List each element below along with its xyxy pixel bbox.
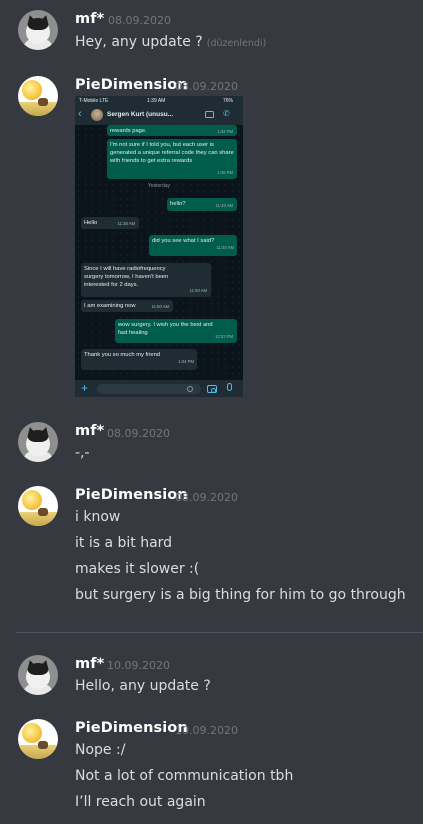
landscape-avatar[interactable]: [18, 76, 58, 116]
chat-bubble-incoming: Thank you so much my friend 1:04 PM: [81, 349, 197, 370]
whatsapp-screenshot[interactable]: T-Mobile LTE 1:39 AM 76% ‹ Sergen Kurt (…: [75, 96, 243, 397]
chat-bubble-outgoing: hello? 11:33 AM: [167, 198, 237, 211]
contact-avatar: [91, 109, 103, 121]
username[interactable]: PieDimension: [75, 487, 188, 503]
chat-bubble-outgoing: rewards page. 1:34 PM: [107, 125, 237, 136]
cat-avatar[interactable]: [18, 422, 58, 462]
message-text: makes it slower :(: [75, 561, 200, 577]
message-text: Nope :/: [75, 742, 126, 758]
back-arrow-icon: ‹: [78, 108, 82, 120]
timestamp: 10.09.2020: [175, 724, 238, 737]
username[interactable]: PieDimension: [75, 720, 188, 736]
microphone-icon: [227, 383, 232, 391]
message-text: but surgery is a big thing for him to go…: [75, 587, 406, 603]
phone-status-bar: T-Mobile LTE 1:39 AM 76%: [75, 96, 243, 105]
chat-header: ‹ Sergen Kurt (unusu... ✆: [75, 105, 243, 125]
message-text: Hey, any update ? (düzenlendi): [75, 34, 267, 50]
date-separator: Yesterday: [147, 183, 171, 189]
timestamp: 08.09.2020: [107, 427, 170, 440]
message-text: I’ll reach out again: [75, 794, 206, 810]
chat-input-bar: +: [75, 380, 243, 397]
chat-bubble-incoming: I am examining now 11:50 AM: [81, 300, 173, 312]
edited-label: (düzenlendi): [206, 38, 267, 49]
username[interactable]: mf*: [75, 11, 104, 27]
message-text: i know: [75, 509, 121, 525]
chat-bubble-incoming: Since I will have radiofrequency surgery…: [81, 263, 211, 297]
chat-area: rewards page. 1:34 PM I'm not sure if I t…: [75, 125, 243, 380]
chat-bubble-outgoing: wow surgery. I wish you the best and fas…: [115, 319, 237, 343]
contact-name: Sergen Kurt (unusu...: [107, 111, 174, 118]
camera-icon: [207, 385, 217, 393]
phone-call-icon: ✆: [223, 109, 230, 118]
message-divider: [16, 632, 423, 633]
message-text: Not a lot of communication tbh: [75, 768, 294, 784]
plus-icon: +: [81, 381, 89, 395]
timestamp: 08.09.2020: [175, 491, 238, 504]
username[interactable]: mf*: [75, 423, 104, 439]
chat-bubble-outgoing: did you see what I said? 11:40 AM: [149, 235, 237, 256]
message-text: -,-: [75, 445, 90, 461]
username[interactable]: mf*: [75, 656, 104, 672]
video-call-icon: [205, 111, 214, 118]
chat-bubble-outgoing: I'm not sure if I told you, but each use…: [107, 139, 237, 179]
sticker-icon: [187, 386, 193, 392]
message-text: Hello, any update ?: [75, 678, 211, 694]
timestamp: 10.09.2020: [107, 659, 170, 672]
cat-avatar[interactable]: [18, 655, 58, 695]
chat-bubble-incoming: Hello 11:38 AM: [81, 217, 139, 229]
message-input: [97, 384, 201, 394]
message-text: it is a bit hard: [75, 535, 173, 551]
landscape-avatar[interactable]: [18, 719, 58, 759]
timestamp: 08.09.2020: [175, 80, 238, 93]
cat-avatar[interactable]: [18, 10, 58, 50]
timestamp: 08.09.2020: [108, 14, 171, 27]
username[interactable]: PieDimension: [75, 77, 188, 93]
landscape-avatar[interactable]: [18, 486, 58, 526]
